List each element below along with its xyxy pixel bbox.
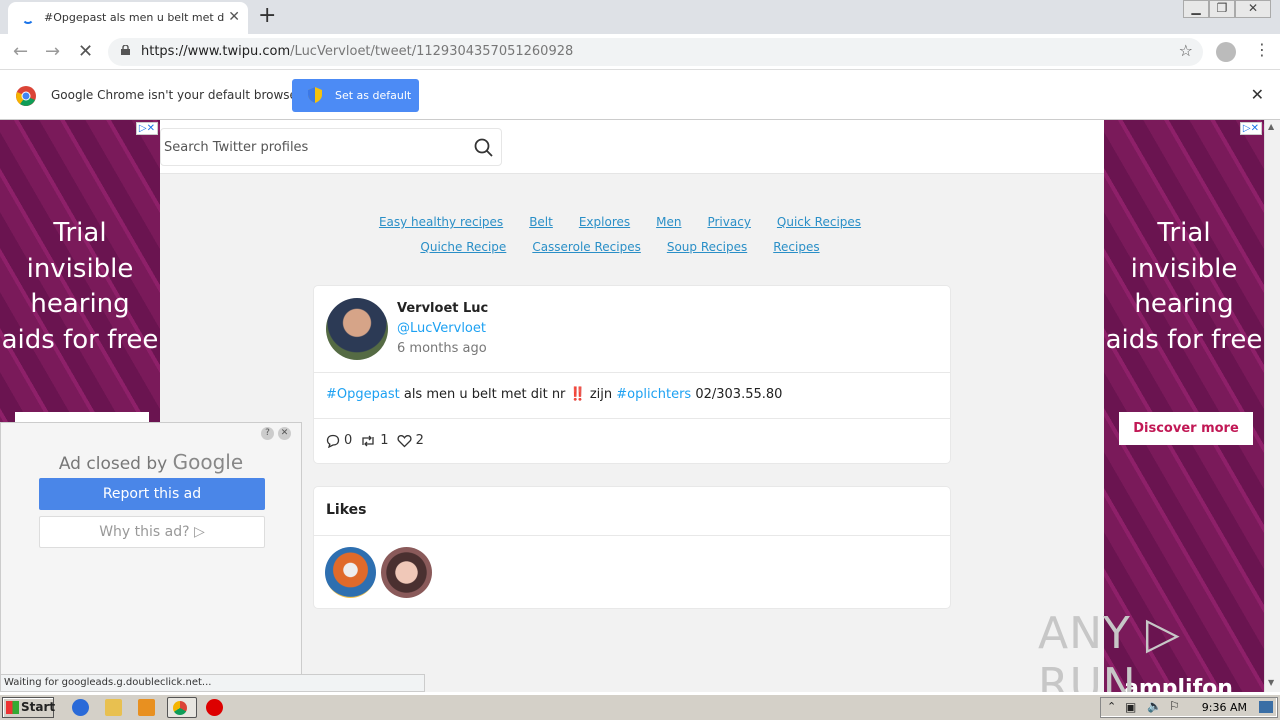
reply-count[interactable]: 0 [326,433,352,448]
show-desktop-icon[interactable] [1259,701,1273,713]
default-browser-infobar: Google Chrome isn't your default browser… [0,71,1280,120]
back-button[interactable]: ← [13,41,28,62]
stop-icon[interactable] [206,699,223,716]
adchoices-icon[interactable]: ▷✕ [1239,122,1262,135]
hashtag-oplichters[interactable]: #oplichters [616,387,691,402]
liker-avatar[interactable] [381,547,432,598]
ad-cta-button[interactable]: Discover more [1119,412,1253,445]
ad-closed-panel: ? ✕ Ad closed by Google Report this ad W… [0,422,302,692]
report-ad-button[interactable]: Report this ad [39,478,265,510]
stop-loading-icon[interactable]: ✕ [78,41,93,62]
new-tab-button[interactable]: + [258,3,276,28]
chrome-menu-icon[interactable]: ⋮ [1254,40,1270,59]
tweet-time: 6 months ago [397,341,487,356]
ad-headline: Trial invisible hearing aids for free [1,218,159,355]
shield-icon [308,87,322,103]
volume-icon[interactable]: 🔈 [1147,699,1162,713]
close-icon[interactable]: ✕ [278,427,291,440]
link-quiche-recipe[interactable]: Quiche Recipe [420,240,506,254]
site-header: Search Twitter profiles [160,120,1104,174]
link-men[interactable]: Men [656,215,681,229]
liker-avatar[interactable] [325,547,376,598]
chrome-logo-icon [16,86,36,106]
forward-button[interactable]: → [45,41,60,62]
flag-icon[interactable]: ⚐ [1169,699,1180,713]
infobar-close-icon[interactable]: ✕ [1251,85,1264,104]
window-close-button[interactable]: ✕ [1235,0,1271,18]
link-belt[interactable]: Belt [529,215,553,229]
folder-icon[interactable] [105,699,122,716]
tweet-stats: 0 1 2 [326,433,424,448]
right-banner-ad[interactable]: ▷✕ Trial invisible hearing aids for free… [1104,120,1264,692]
likes-title: Likes [326,502,367,518]
likes-card: Likes [313,486,951,609]
address-bar[interactable]: https://www.twipu.com/LucVervloet/tweet/… [108,38,1203,66]
link-easy-healthy-recipes[interactable]: Easy healthy recipes [379,215,503,229]
profile-avatar-icon[interactable] [1216,42,1236,62]
tweet-card: Vervloet Luc @LucVervloet 6 months ago #… [313,285,951,464]
adchoices-icon[interactable]: ▷✕ [135,122,158,135]
tweet-text: #Opgepast als men u belt met dit nr ‼️ z… [326,387,783,402]
link-quick-recipes[interactable]: Quick Recipes [777,215,861,229]
hashtag-opgepast[interactable]: #Opgepast [326,387,400,402]
clock: 9:36 AM [1201,701,1247,714]
divider [314,535,950,536]
like-count[interactable]: 2 [397,433,424,448]
heart-icon [397,434,412,447]
related-links: Easy healthy recipes Belt Explores Men Priva… [310,210,930,260]
start-button[interactable]: Start [2,697,55,718]
windows-taskbar: Start ⌃ ▣ 🔈 ⚐ 9:36 AM [0,694,1280,720]
system-tray: ⌃ ▣ 🔈 ⚐ 9:36 AM [1100,697,1278,718]
tab-close-icon[interactable]: ✕ [228,9,240,25]
network-icon[interactable]: ▣ [1125,700,1136,714]
link-explores[interactable]: Explores [579,215,630,229]
link-privacy[interactable]: Privacy [707,215,750,229]
bookmark-star-icon[interactable]: ☆ [1179,41,1193,60]
lock-icon [121,45,130,55]
link-casserole-recipes[interactable]: Casserole Recipes [532,240,641,254]
anyrun-watermark: ANY ▷ RUN [1038,608,1181,692]
scroll-up-icon[interactable]: ▲ [1268,122,1274,131]
why-this-ad-button[interactable]: Why this ad? ▷ [39,516,265,548]
help-icon[interactable]: ? [261,427,274,440]
search-input[interactable]: Search Twitter profiles [160,128,502,166]
media-player-icon[interactable] [138,699,155,716]
set-as-default-button[interactable]: Set as default [292,79,419,112]
search-icon[interactable] [474,138,493,157]
tab-strip: #Opgepast als men u belt met dit nr ✕ + … [0,0,1280,34]
link-recipes[interactable]: Recipes [773,240,819,254]
reply-icon [326,434,340,448]
divider [314,372,950,373]
divider [314,418,950,419]
infobar-message: Google Chrome isn't your default browser [51,88,302,102]
restore-button[interactable]: ❐ [1209,0,1235,18]
windows-flag-icon [6,701,19,714]
browser-tab[interactable]: #Opgepast als men u belt met dit nr ✕ [8,2,248,34]
tray-expand-icon[interactable]: ⌃ [1107,700,1116,713]
ad-closed-heading: Ad closed by Google [58,450,244,474]
page-scrollbar[interactable]: ▲ ▼ [1264,120,1280,692]
ie-icon[interactable] [72,699,89,716]
web-page: Search Twitter profiles Easy healthy rec… [0,120,1280,692]
avatar[interactable] [326,298,388,360]
tweet-author-name[interactable]: Vervloet Luc [397,301,488,316]
url-text: https://www.twipu.com/LucVervloet/tweet/… [141,44,574,59]
minimize-button[interactable]: ▁ [1183,0,1209,18]
toolbar: ← → ✕ https://www.twipu.com/LucVervloet/… [0,34,1280,70]
status-bubble: Waiting for googleads.g.doubleclick.net.… [0,674,425,692]
chrome-icon [173,701,187,715]
retweet-icon [362,435,374,446]
scroll-down-icon[interactable]: ▼ [1268,678,1274,687]
link-soup-recipes[interactable]: Soup Recipes [667,240,747,254]
retweet-count[interactable]: 1 [360,433,389,448]
ad-headline: Trial invisible hearing aids for free [1105,218,1263,355]
tab-title: #Opgepast als men u belt met dit nr [44,11,224,24]
loading-spinner-icon [22,12,34,24]
tweet-author-handle[interactable]: @LucVervloet [397,321,486,336]
